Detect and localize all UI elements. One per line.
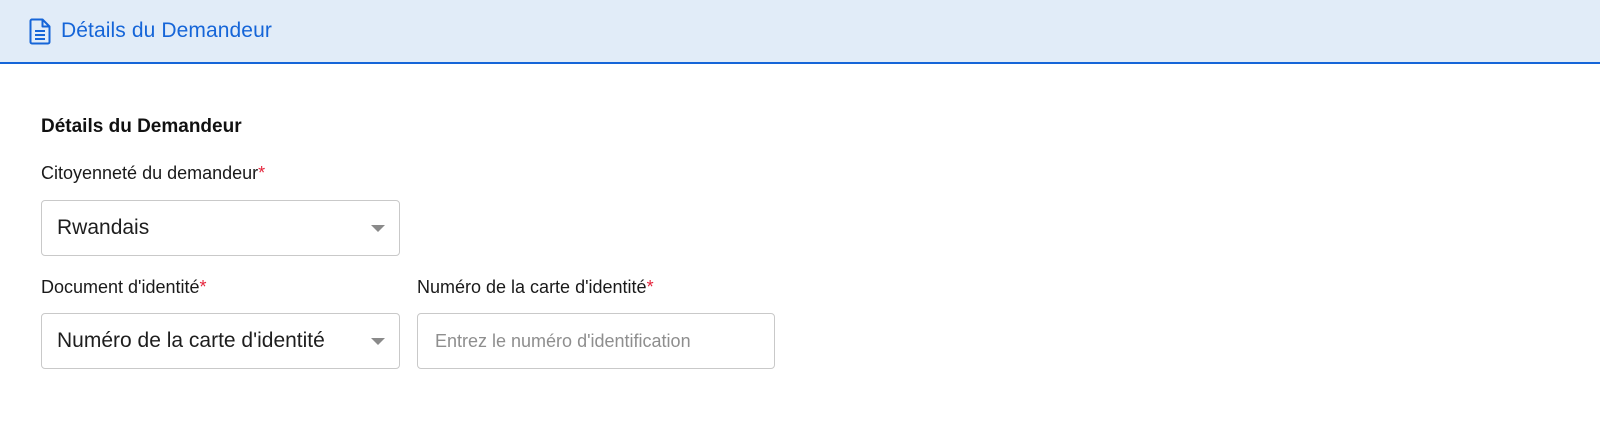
id-document-select[interactable]: Numéro de la carte d'identité: [41, 313, 400, 369]
id-number-input[interactable]: [417, 313, 775, 369]
chevron-down-icon: [371, 338, 385, 345]
required-mark: *: [199, 277, 207, 297]
section-header-bar: Détails du Demandeur: [0, 0, 1600, 64]
citizenship-label: Citoyenneté du demandeur*: [41, 163, 265, 184]
id-number-label-text: Numéro de la carte d'identité: [417, 277, 647, 297]
id-document-select-value: Numéro de la carte d'identité: [57, 329, 325, 352]
document-icon: [29, 17, 51, 45]
chevron-down-icon: [371, 225, 385, 232]
required-mark: *: [646, 277, 654, 297]
id-document-label: Document d'identité*: [41, 277, 207, 298]
header-title: Détails du Demandeur: [61, 19, 272, 42]
required-mark: *: [258, 163, 266, 183]
id-document-label-text: Document d'identité: [41, 277, 200, 297]
citizenship-select-value: Rwandais: [57, 216, 150, 239]
id-number-label: Numéro de la carte d'identité*: [417, 277, 654, 298]
citizenship-select[interactable]: Rwandais: [41, 200, 400, 256]
citizenship-label-text: Citoyenneté du demandeur: [41, 163, 259, 183]
section-title: Détails du Demandeur: [41, 116, 242, 137]
